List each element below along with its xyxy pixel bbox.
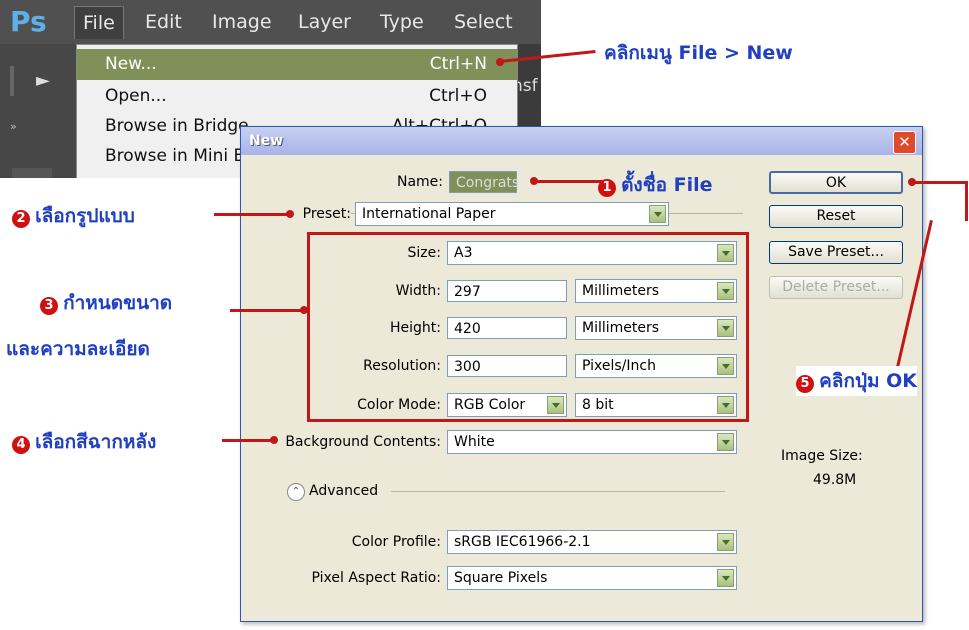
- step-3-annotation: 3 กำหนดขนาด: [40, 288, 172, 318]
- menu-type[interactable]: Type: [372, 6, 432, 38]
- menu-select[interactable]: Select: [446, 6, 521, 38]
- annotation-line: [536, 180, 604, 183]
- step-number-badge: 2: [12, 210, 30, 228]
- dialog-title: New: [249, 133, 284, 149]
- size-section-highlight: [307, 232, 749, 422]
- color-profile-select[interactable]: sRGB IEC61966-2.1: [447, 530, 737, 554]
- step-2-text: เลือกรูปแบบ: [35, 205, 135, 227]
- menubar: Ps File Edit Image Layer Type Select: [0, 0, 541, 44]
- chevron-down-icon: [717, 569, 734, 587]
- name-input[interactable]: Congrats: [449, 171, 519, 193]
- menu-file[interactable]: File: [74, 6, 124, 39]
- background-select[interactable]: White: [447, 430, 737, 454]
- step-2-annotation: 2 เลือกรูปแบบ: [12, 201, 135, 231]
- annotation-line: [214, 213, 290, 216]
- menu-edit[interactable]: Edit: [137, 6, 190, 38]
- menu-item-new[interactable]: New... Ctrl+N: [77, 49, 517, 80]
- step-1-annotation: 1 ตั้งชื่อ File: [598, 170, 713, 200]
- dialog-titlebar: New ✕: [241, 127, 922, 155]
- menu-layer[interactable]: Layer: [290, 6, 359, 38]
- step-4-annotation: 4 เลือกสีฉากหลัง: [12, 427, 156, 457]
- preset-value: International Paper: [362, 206, 496, 222]
- annotation-dot: [270, 436, 278, 444]
- annotation-line: [222, 439, 274, 442]
- name-label: Name:: [396, 174, 443, 190]
- preset-select[interactable]: International Paper: [355, 202, 669, 226]
- grip-icon: [10, 66, 14, 96]
- tool-slot[interactable]: [12, 168, 52, 178]
- annotation-file-new: คลิกเมนู File > New: [604, 42, 793, 64]
- move-tool-icon[interactable]: ►: [36, 70, 50, 91]
- tools-strip: »: [0, 44, 80, 178]
- menu-item-shortcut: Ctrl+N: [429, 54, 487, 74]
- menu-item-label: New...: [105, 54, 157, 74]
- step-number-badge: 1: [598, 179, 616, 197]
- ok-button[interactable]: OK: [769, 171, 903, 194]
- step-5-text: คลิกปุ่ม OK: [819, 370, 918, 392]
- chevron-down-icon: [649, 205, 666, 223]
- color-profile-label: Color Profile:: [351, 534, 441, 550]
- annotation-line: [912, 181, 968, 184]
- menu-item-open[interactable]: Open... Ctrl+O: [77, 81, 517, 112]
- menu-item-label: Open...: [105, 86, 167, 106]
- annotation-line: [965, 181, 968, 221]
- annotation-dot: [286, 210, 294, 218]
- advanced-label: Advanced: [309, 483, 379, 499]
- advanced-divider: [391, 491, 725, 492]
- close-icon: ✕: [898, 133, 911, 151]
- close-button[interactable]: ✕: [893, 131, 916, 154]
- background-value: White: [454, 434, 495, 450]
- image-size-value: 49.8M: [813, 472, 857, 488]
- step-5-annotation: 5 คลิกปุ่ม OK: [796, 366, 918, 396]
- image-size-label: Image Size:: [781, 448, 863, 464]
- step-4-text: เลือกสีฉากหลัง: [35, 431, 157, 453]
- annotation-line: [230, 309, 304, 312]
- step-number-badge: 3: [40, 297, 58, 315]
- reset-button[interactable]: Reset: [769, 205, 903, 228]
- photoshop-logo: Ps: [10, 5, 47, 38]
- step-3-text-line2: และความละเอียด: [6, 338, 150, 360]
- background-label: Background Contents:: [285, 434, 441, 450]
- advanced-toggle-icon[interactable]: ⌃: [287, 483, 305, 501]
- annotation-dot: [300, 306, 308, 314]
- color-profile-value: sRGB IEC61966-2.1: [454, 534, 591, 550]
- expand-panel-icon[interactable]: »: [10, 120, 17, 133]
- annotation-dot: [496, 58, 504, 66]
- step-number-badge: 5: [796, 375, 814, 393]
- step-3-text-line1: กำหนดขนาด: [63, 292, 173, 314]
- pixel-aspect-value: Square Pixels: [454, 570, 548, 586]
- step-1-text: ตั้งชื่อ File: [621, 174, 713, 196]
- pixel-aspect-select[interactable]: Square Pixels: [447, 566, 737, 590]
- pixel-aspect-label: Pixel Aspect Ratio:: [311, 570, 442, 586]
- save-preset-button[interactable]: Save Preset...: [769, 241, 903, 264]
- menu-image[interactable]: Image: [204, 6, 280, 38]
- step-number-badge: 4: [12, 436, 30, 454]
- chevron-down-icon: [717, 533, 734, 551]
- menu-item-shortcut: Ctrl+O: [429, 86, 487, 106]
- chevron-down-icon: [717, 433, 734, 451]
- delete-preset-button[interactable]: Delete Preset...: [769, 276, 903, 299]
